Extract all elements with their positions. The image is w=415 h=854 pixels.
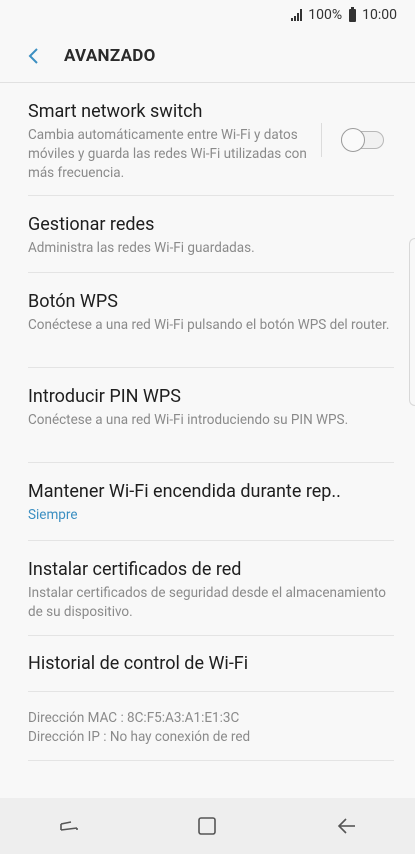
recent-apps-button[interactable] [39, 798, 99, 854]
wps-pin-item[interactable]: Introducir PIN WPS Conéctese a una red W… [28, 386, 394, 430]
clock: 10:00 [362, 7, 397, 23]
item-subtitle: Conéctese a una red Wi-Fi introduciendo … [28, 412, 349, 428]
wifi-control-history-item[interactable]: Historial de control de Wi-Fi [28, 653, 394, 675]
divider [28, 635, 394, 636]
signal-icon [291, 9, 303, 21]
divider [28, 462, 394, 463]
page-title: AVANZADO [64, 46, 156, 66]
divider [28, 540, 394, 541]
item-title: Gestionar redes [28, 214, 155, 235]
item-subtitle: Conéctese a una red Wi-Fi pulsando el bo… [28, 317, 390, 333]
network-info: Dirección MAC : 8C:F5:A3:A1:E1:3C Direcc… [28, 709, 250, 747]
item-title: Mantener Wi-Fi encendida durante rep.. [28, 481, 341, 502]
back-button[interactable] [10, 30, 56, 82]
switch-separator [321, 123, 322, 157]
recent-apps-icon [60, 821, 78, 831]
header-divider [0, 82, 415, 83]
wps-button-item[interactable]: Botón WPS Conéctese a una red Wi-Fi puls… [28, 291, 394, 335]
back-arrow-icon [337, 818, 355, 834]
item-title: Historial de control de Wi-Fi [28, 653, 249, 674]
divider [28, 272, 394, 273]
chevron-left-icon [28, 48, 38, 64]
home-button[interactable] [177, 798, 237, 854]
item-subtitle: Cambia automáticamente entre Wi-Fi y dat… [28, 127, 307, 181]
mac-address: Dirección MAC : 8C:F5:A3:A1:E1:3C [28, 710, 240, 726]
divider [28, 195, 394, 196]
back-nav-button[interactable] [316, 798, 376, 854]
battery-icon [349, 6, 357, 22]
install-certificates-item[interactable]: Instalar certificados de red Instalar ce… [28, 559, 394, 622]
item-subtitle: Instalar certificados de seguridad desde… [28, 585, 387, 620]
home-icon [198, 817, 217, 835]
divider [28, 760, 394, 761]
navigation-bar [0, 798, 415, 854]
smart-network-switch-item[interactable]: Smart network switch Cambia automáticame… [28, 101, 318, 183]
item-title: Botón WPS [28, 291, 118, 312]
item-subtitle: Administra las redes Wi-Fi guardadas. [28, 240, 255, 256]
ip-address: Dirección IP : No hay conexión de red [28, 729, 251, 745]
item-value: Siempre [28, 507, 78, 523]
status-bar: 100% 10:00 [0, 0, 415, 30]
smart-network-switch-toggle[interactable] [341, 128, 384, 152]
header: AVANZADO [0, 30, 415, 82]
toggle-thumb [341, 128, 365, 152]
edge-panel-handle[interactable] [409, 238, 415, 406]
keep-wifi-on-item[interactable]: Mantener Wi-Fi encendida durante rep.. S… [28, 481, 394, 525]
item-title: Instalar certificados de red [28, 559, 242, 580]
divider [28, 367, 394, 368]
battery-percentage: 100% [308, 7, 343, 23]
item-title: Introducir PIN WPS [28, 386, 181, 407]
manage-networks-item[interactable]: Gestionar redes Administra las redes Wi-… [28, 214, 394, 258]
item-title: Smart network switch [28, 101, 203, 122]
divider [28, 691, 394, 692]
